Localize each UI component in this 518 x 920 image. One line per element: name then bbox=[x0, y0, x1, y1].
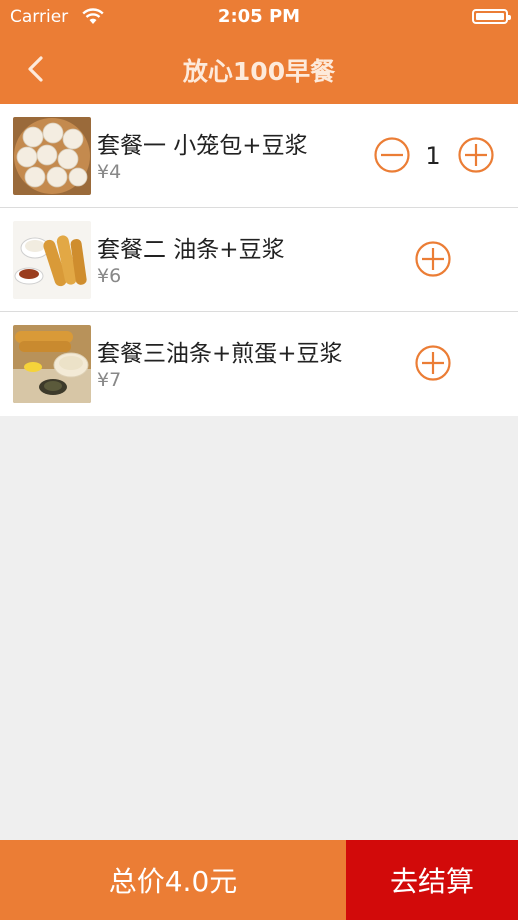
status-bar: Carrier 2:05 PM bbox=[0, 0, 518, 34]
list-item: 套餐一 小笼包+豆浆 ¥4 1 bbox=[0, 104, 518, 208]
plus-circle-icon bbox=[415, 345, 451, 381]
item-name: 套餐三油条+煎蛋+豆浆 bbox=[97, 341, 343, 367]
list-item: 套餐三油条+煎蛋+豆浆 ¥7 bbox=[0, 312, 518, 416]
item-quantity: 1 bbox=[425, 142, 441, 170]
fried-dough-egg-soymilk-photo bbox=[13, 325, 91, 403]
nav-bar: 放心100早餐 bbox=[0, 34, 518, 104]
page-title: 放心100早餐 bbox=[182, 57, 336, 86]
item-price: ¥4 bbox=[97, 161, 122, 183]
fried-dough-soymilk-photo bbox=[13, 221, 91, 299]
increase-button[interactable] bbox=[414, 344, 452, 382]
app-header: Carrier 2:05 PM 放心100早餐 bbox=[0, 0, 518, 104]
battery-icon bbox=[472, 9, 511, 24]
decrease-button[interactable] bbox=[373, 136, 411, 174]
increase-button[interactable] bbox=[457, 136, 495, 174]
cart-footer: 总价4.0元 去结算 bbox=[0, 840, 518, 920]
minus-circle-icon bbox=[374, 137, 410, 173]
plus-circle-icon bbox=[415, 241, 451, 277]
total-price: 总价4.0元 bbox=[0, 840, 346, 920]
checkout-button[interactable]: 去结算 bbox=[346, 840, 518, 920]
item-name: 套餐二 油条+豆浆 bbox=[97, 237, 285, 263]
product-list: 套餐一 小笼包+豆浆 ¥4 1 套餐二 油条+豆浆 ¥6 套餐三油条+煎蛋+豆浆… bbox=[0, 104, 518, 416]
item-price: ¥6 bbox=[97, 265, 122, 287]
steamed-buns-photo bbox=[13, 117, 91, 195]
item-price: ¥7 bbox=[97, 369, 122, 391]
status-time: 2:05 PM bbox=[217, 6, 301, 27]
increase-button[interactable] bbox=[414, 240, 452, 278]
item-name: 套餐一 小笼包+豆浆 bbox=[97, 133, 308, 159]
list-item: 套餐二 油条+豆浆 ¥6 bbox=[0, 208, 518, 312]
plus-circle-icon bbox=[458, 137, 494, 173]
